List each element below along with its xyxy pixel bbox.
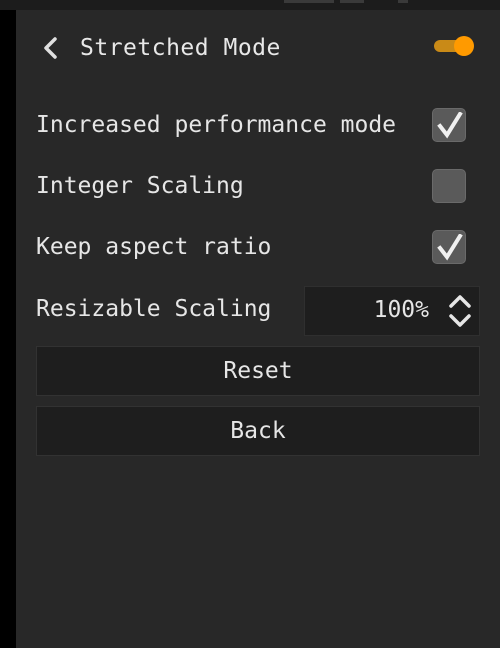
up-down-arrows-icon[interactable] [447,293,473,329]
panel-header: Stretched Mode [16,28,500,68]
keep-aspect-ratio-checkbox[interactable] [432,230,466,264]
reset-button[interactable]: Reset [36,346,480,396]
option-row-increased-performance: Increased performance mode [16,104,500,148]
option-label: Resizable Scaling [36,296,272,322]
option-row-integer-scaling: Integer Scaling [16,165,500,209]
spinner-value: 100% [373,297,429,323]
back-button[interactable]: Back [36,406,480,456]
stretched-mode-toggle[interactable] [434,36,474,56]
stretched-mode-panel: Stretched Mode Increased performance mod… [16,10,500,648]
top-tab [398,0,408,3]
checkmark-icon [437,234,463,261]
page-title: Stretched Mode [80,35,281,61]
left-border [0,0,16,648]
checkmark-icon [437,112,463,139]
top-tab [340,0,364,3]
option-row-keep-aspect-ratio: Keep aspect ratio [16,226,500,270]
option-label: Integer Scaling [36,173,244,199]
option-label: Keep aspect ratio [36,234,272,260]
option-label: Increased performance mode [36,112,397,138]
option-row-resizable-scaling: Resizable Scaling 100% [16,286,500,336]
increased-performance-checkbox[interactable] [432,108,466,142]
toggle-knob [454,36,474,56]
integer-scaling-checkbox[interactable] [432,169,466,203]
top-tab [284,0,334,3]
top-bar [0,0,500,10]
resizable-scaling-spinner[interactable]: 100% [304,286,480,336]
chevron-left-icon[interactable] [40,36,62,60]
